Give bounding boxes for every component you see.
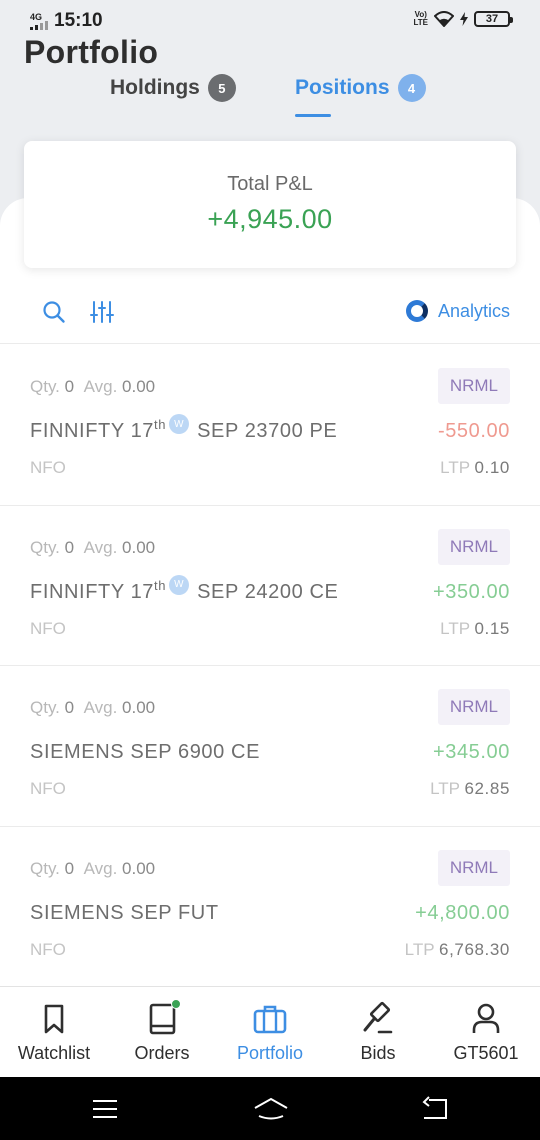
tab-label: Holdings xyxy=(110,76,200,99)
qty-avg: Qty. 0 Avg. 0.00 xyxy=(30,698,156,717)
product-tag: NRML xyxy=(437,689,510,725)
ltp: LTP 0.15 xyxy=(440,618,510,638)
bottom-nav: Watchlist Orders Portfolio Bids GT5601 xyxy=(0,986,540,1077)
analytics-label: Analytics xyxy=(437,300,510,321)
bookmark-icon xyxy=(44,1004,64,1034)
count-badge: 5 xyxy=(207,74,236,102)
exchange: NFO xyxy=(30,939,66,959)
weekly-expiry-badge: W xyxy=(169,414,190,434)
system-nav-bar xyxy=(0,1077,540,1140)
search-icon[interactable] xyxy=(42,300,66,324)
total-pnl-card: Total P&L +4,945.00 xyxy=(24,141,516,268)
tab-holdings[interactable]: Holdings 5 xyxy=(110,74,236,102)
volte-indicator: Vo) LTE xyxy=(413,10,428,27)
nav-label: GT5601 xyxy=(453,1043,519,1063)
analytics-icon xyxy=(405,300,428,322)
pnl-label: Total P&L xyxy=(227,173,313,195)
signal-bars-icon xyxy=(30,20,48,30)
page-title: Portfolio xyxy=(24,34,159,64)
exchange: NFO xyxy=(30,618,66,638)
weekly-expiry-badge: W xyxy=(169,574,190,595)
positions-toolbar: Analytics xyxy=(0,290,540,344)
signal-indicator: 4G xyxy=(30,11,48,30)
product-tag: NRML xyxy=(437,368,510,404)
clock: 15:10 xyxy=(54,10,103,31)
exchange: NFO xyxy=(30,779,66,798)
position-row[interactable]: Qty. 0 Avg. 0.00 NRML SIEMENS SEP FUT +4… xyxy=(0,827,540,987)
gavel-icon xyxy=(363,1001,393,1034)
nav-bids[interactable]: Bids xyxy=(324,987,432,1077)
charging-icon xyxy=(460,12,468,26)
nav-watchlist[interactable]: Watchlist xyxy=(0,987,108,1077)
count-badge: 4 xyxy=(397,74,426,102)
notification-dot xyxy=(171,999,181,1009)
position-pnl: +4,800.00 xyxy=(415,901,510,924)
qty-avg: Qty. 0 Avg. 0.00 xyxy=(30,377,156,396)
nav-label: Bids xyxy=(360,1043,396,1063)
symbol: FINNIFTY 17th W SEP 24200 CE xyxy=(30,574,338,604)
analytics-button[interactable]: Analytics xyxy=(405,300,510,322)
nav-label: Portfolio xyxy=(236,1043,304,1063)
nav-orders[interactable]: Orders xyxy=(108,987,216,1077)
position-pnl: +345.00 xyxy=(432,741,510,763)
positions-list: Qty. 0 Avg. 0.00 NRML FINNIFTY 17th W SE… xyxy=(0,345,540,987)
wifi-icon xyxy=(434,11,454,27)
product-tag: NRML xyxy=(437,849,510,886)
active-tab-indicator xyxy=(295,114,331,117)
product-tag: NRML xyxy=(437,528,510,565)
exchange: NFO xyxy=(30,458,66,477)
ltp: LTP 0.10 xyxy=(440,458,510,477)
position-pnl: -550.00 xyxy=(437,420,510,442)
position-row[interactable]: Qty. 0 Avg. 0.00 NRML SIEMENS SEP 6900 C… xyxy=(0,666,540,827)
nav-profile[interactable]: GT5601 xyxy=(432,987,540,1077)
symbol: FINNIFTY 17th W SEP 23700 PE xyxy=(30,414,337,443)
symbol: SIEMENS SEP 6900 CE xyxy=(30,741,261,763)
ltp: LTP 62.85 xyxy=(430,779,510,798)
menu-icon[interactable] xyxy=(90,1094,120,1124)
symbol: SIEMENS SEP FUT xyxy=(30,901,219,924)
home-icon[interactable] xyxy=(253,1094,289,1124)
position-pnl: +350.00 xyxy=(432,580,510,603)
nav-label: Orders xyxy=(134,1043,190,1063)
briefcase-icon xyxy=(253,1005,287,1034)
sliders-icon[interactable] xyxy=(90,300,114,324)
back-icon[interactable] xyxy=(420,1094,450,1124)
ltp: LTP 6,768.30 xyxy=(404,939,510,959)
tab-label: Positions xyxy=(295,76,390,99)
portfolio-tabs: Holdings 5 Positions 4 xyxy=(0,70,540,120)
nav-label: Watchlist xyxy=(17,1043,91,1063)
qty-avg: Qty. 0 Avg. 0.00 xyxy=(30,858,156,878)
battery-indicator: 37 xyxy=(474,11,513,27)
position-row[interactable]: Qty. 0 Avg. 0.00 NRML FINNIFTY 17th W SE… xyxy=(0,345,540,506)
qty-avg: Qty. 0 Avg. 0.00 xyxy=(30,537,156,557)
tab-positions[interactable]: Positions 4 xyxy=(295,74,426,102)
user-icon xyxy=(472,1003,500,1033)
position-row[interactable]: Qty. 0 Avg. 0.00 NRML FINNIFTY 17th W SE… xyxy=(0,506,540,666)
nav-portfolio[interactable]: Portfolio xyxy=(216,987,324,1077)
network-type: 4G xyxy=(30,11,43,22)
pnl-value: +4,945.00 xyxy=(207,204,333,234)
